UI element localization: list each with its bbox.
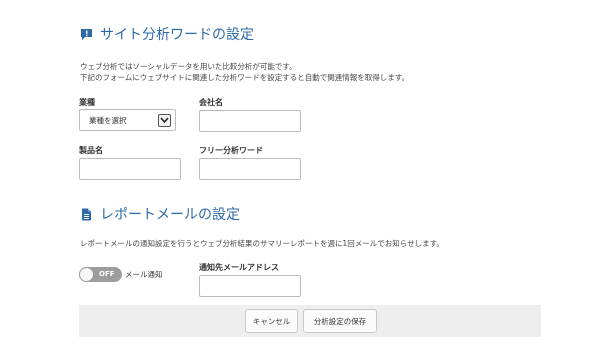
chevron-down-icon[interactable] (158, 113, 171, 127)
industry-label: 業種 (79, 98, 95, 107)
product-name-label: 製品名 (79, 146, 103, 155)
notification-email-label: 通知先メールアドレス (199, 263, 279, 272)
site-analysis-title: サイト分析ワードの設定 (100, 27, 254, 43)
mail-notification-toggle[interactable]: OFF (79, 267, 122, 282)
site-analysis-heading: サイト分析ワードの設定 (80, 24, 254, 44)
document-icon (80, 208, 93, 221)
toggle-knob (79, 267, 94, 282)
industry-select[interactable]: 業種を選択 (79, 109, 176, 131)
mail-notification-label: メール通知 (125, 270, 163, 279)
company-name-input[interactable] (199, 110, 301, 132)
site-analysis-description-2: 下記のフォームにウェブサイトに関連した分析ワードを設定すると自動で関連情報を取得… (80, 73, 410, 82)
company-name-label: 会社名 (199, 98, 223, 107)
cancel-button[interactable]: キャンセル (245, 309, 298, 333)
report-mail-description: レポートメールの通知設定を行うとウェブ分析結果のサマリーレポートを週に1回メール… (80, 239, 444, 248)
free-word-input[interactable] (199, 158, 301, 180)
product-name-input[interactable] (79, 158, 181, 180)
save-settings-button[interactable]: 分析設定の保存 (303, 309, 377, 333)
site-analysis-description-1: ウェブ分析ではソーシャルデータを用いた比較分析が可能です。 (80, 62, 297, 71)
report-mail-title: レポートメールの設定 (100, 207, 240, 223)
toggle-state-text: OFF (99, 270, 115, 278)
notification-email-input[interactable] (199, 275, 301, 297)
comment-exclamation-icon (80, 28, 93, 41)
free-word-label: フリー分析ワード (199, 146, 263, 155)
report-mail-heading: レポートメールの設定 (80, 204, 240, 224)
industry-select-value: 業種を選択 (89, 115, 127, 125)
